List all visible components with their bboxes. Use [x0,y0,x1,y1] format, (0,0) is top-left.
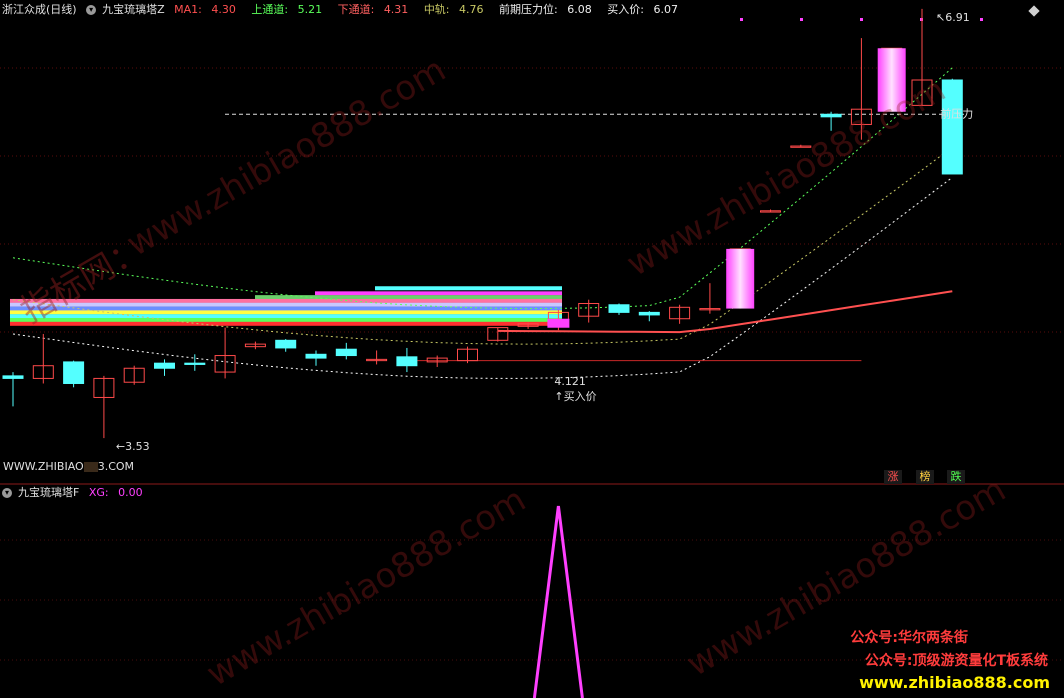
support-band [255,295,562,300]
sub-indicator-name[interactable]: 九宝琉璃塔F [18,486,79,499]
upper-channel-line [12,67,953,310]
xg-value: 0.00 [118,486,143,499]
lower-channel: 下通道: 4.31 [338,3,415,16]
promo-line-1: 公众号:华尔两条街 [850,630,968,646]
candle-body [335,348,357,357]
marker-dot [860,18,863,21]
promo-line-3: www.zhibiao888.com [859,673,1050,692]
low-label: ←3.53 [116,440,150,453]
candle-body [184,362,206,365]
marker-dot [980,18,983,21]
xg-label: XG: [88,486,109,499]
indicator-name[interactable]: 九宝琉璃塔Z [102,3,165,16]
upper-value: 5.21 [297,3,323,16]
marker-dot [800,18,803,21]
candle-body [608,304,630,313]
fall-button[interactable]: 跌 [947,470,965,484]
buy-level: 买入价: 6.07 [607,3,684,16]
upper-label: 上通道: [251,3,289,16]
promo-line-2: 公众号:顶级游资量化T板系统 [864,653,1048,669]
sub-header: ▾ 九宝琉璃塔F XG: 0.00 [2,486,155,500]
ma1-label: MA1: 4.30 [174,3,242,16]
resist-label: 前期压力位: [499,3,558,16]
lower-label: 下通道: [337,3,375,16]
mid-label: 中轨: [423,3,450,16]
support-band [10,302,562,307]
buy-value: 6.07 [653,3,678,16]
candle-body [63,361,85,384]
candle-body [305,353,327,359]
ma1-value: 4.30 [211,3,236,16]
dropdown-icon[interactable]: ▾ [86,5,97,15]
signal-bar [726,248,755,309]
marker-dot [740,18,743,21]
mid-value: 4.76 [459,3,484,16]
resist-value: 6.08 [567,3,592,16]
candle-body [154,362,175,369]
upper-channel: 上通道: 5.21 [251,3,328,16]
lower-channel-line [12,177,953,379]
candle-body [2,375,24,379]
high-label: ↖6.91 [936,11,970,24]
site-mask [83,462,98,472]
candle-body [820,113,842,118]
buy-price-value: 4.121 [554,375,586,388]
site-suffix: 3.COM [97,460,135,473]
candle-body [396,356,418,367]
diamond-icon [1028,5,1040,17]
buy-price-label: ↑买入价 [554,390,596,403]
candle-body [638,311,660,316]
buy-label: 买入价: [607,3,644,16]
site-text: WWW.ZHIBIAO [3,460,84,473]
xg-signal-line [532,505,584,698]
chart-window: ↖6.91 ←3.53 前压力 4.121 ↑买入价 浙江众成(日线) ▾ 九宝琉璃塔Z … [0,0,1064,698]
support-band [10,321,562,326]
support-band [10,298,562,303]
stock-name: 浙江众成(日线) [2,3,77,16]
rise-button[interactable]: 涨 [884,470,902,484]
mid-rail: 中轨: 4.76 [424,3,490,16]
support-band [315,291,562,296]
candle-body [275,339,297,349]
xg-readout: XG: 0.00 [89,486,149,499]
support-band [10,314,562,319]
support-band [10,318,562,322]
support-band [375,286,562,291]
dropdown-icon[interactable]: ▾ [2,488,12,498]
ma1-label-text: MA1: [174,3,202,16]
site-footer: WWW.ZHIBIAO 3.COM [3,460,134,473]
lower-value: 4.31 [383,3,409,16]
resist-level: 前期压力位: 6.08 [499,3,598,16]
main-header: 浙江众成(日线) ▾ 九宝琉璃塔Z MA1: 4.30 上通道: 5.21 下通道… [2,3,690,17]
buy-marker [547,318,570,328]
rank-button[interactable]: 榜 [916,470,934,484]
support-band [10,306,562,311]
